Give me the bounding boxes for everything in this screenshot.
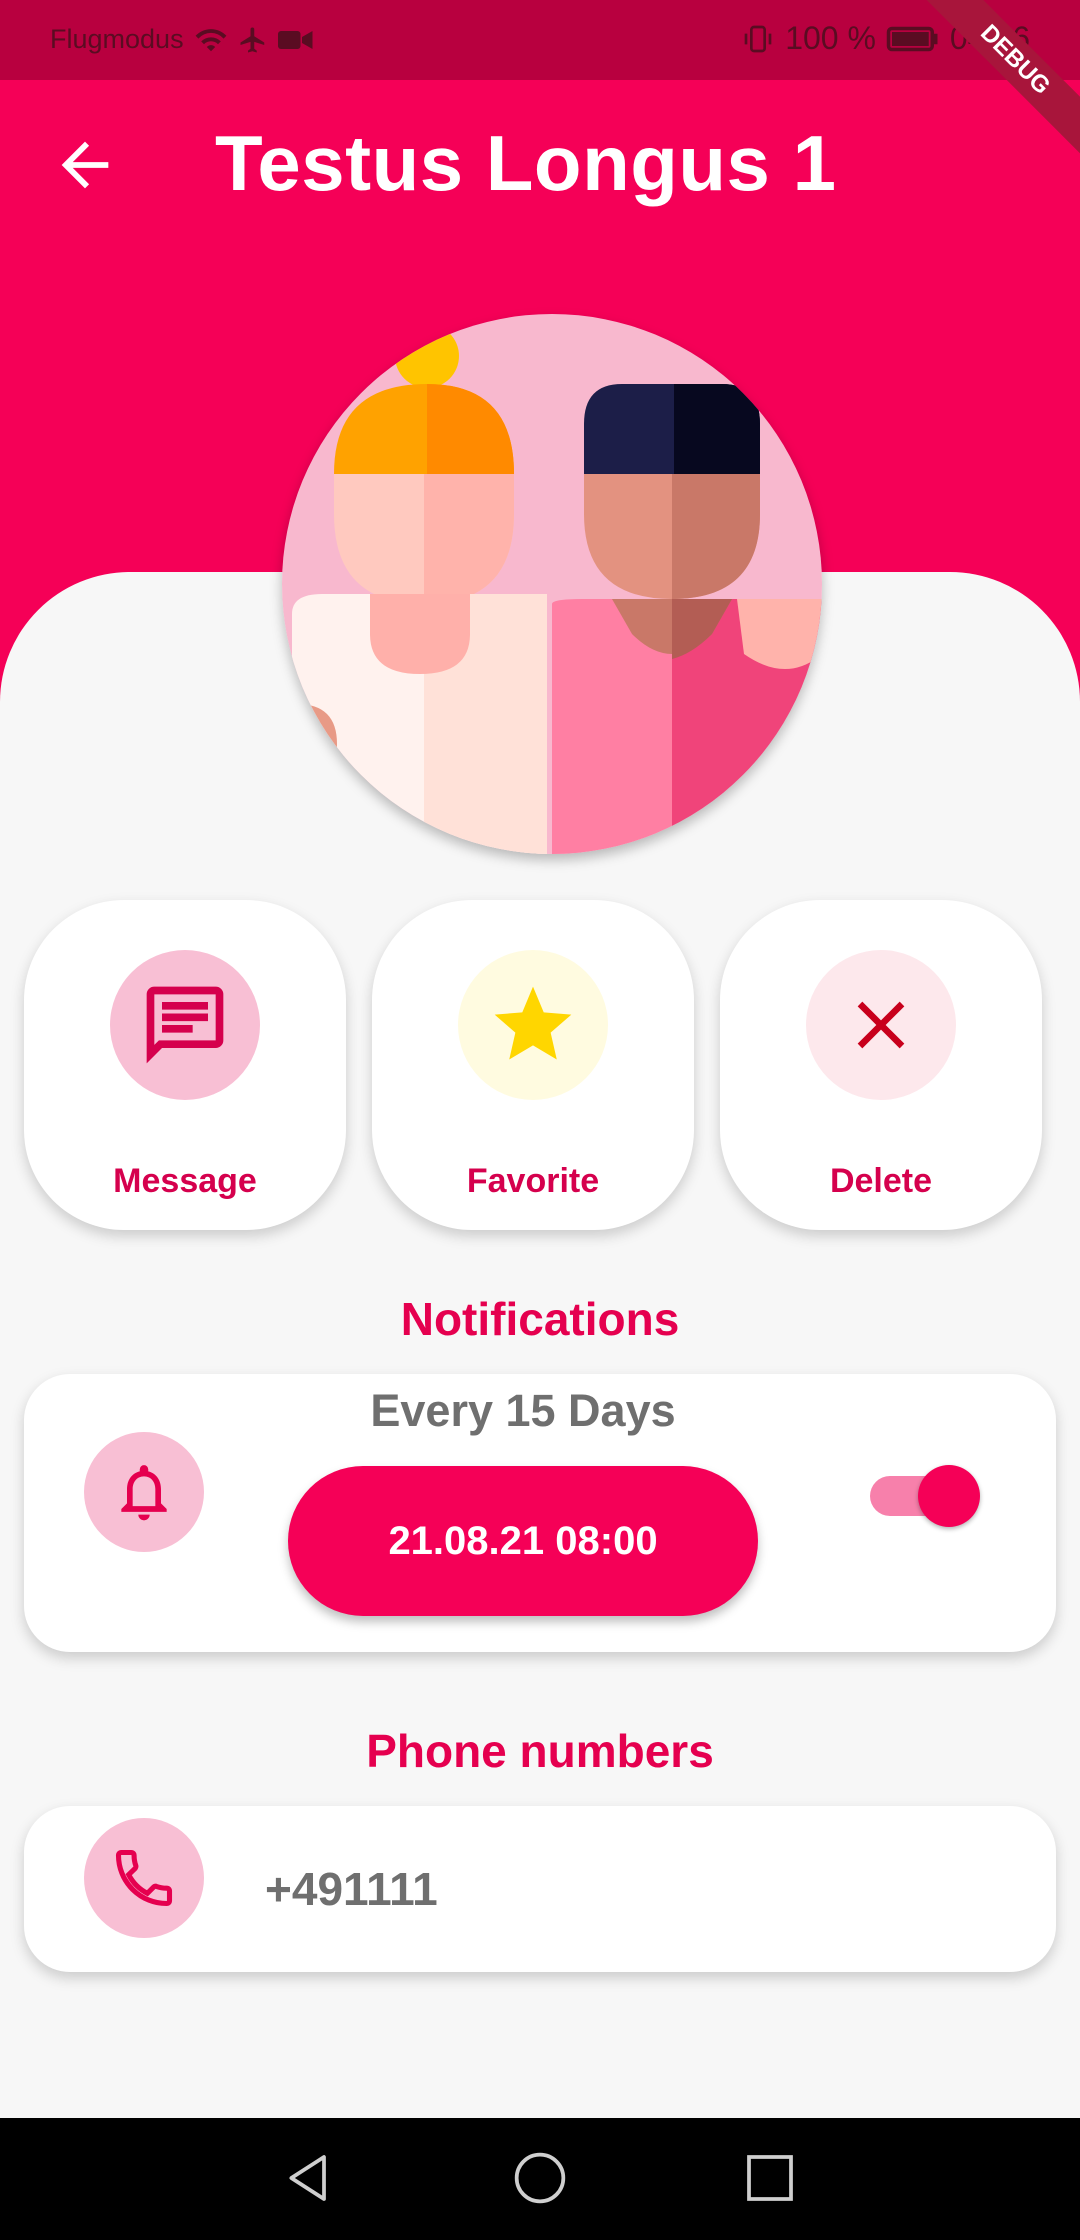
avatar[interactable] bbox=[282, 314, 822, 854]
status-left: Flugmodus bbox=[50, 24, 314, 55]
wifi-icon bbox=[195, 28, 226, 51]
nav-back-icon[interactable] bbox=[282, 2150, 338, 2206]
avatar-illustration bbox=[282, 314, 822, 854]
notifications-title: Notifications bbox=[400, 1293, 680, 1345]
notification-date-button[interactable]: 21.08.21 08:00 bbox=[288, 1466, 758, 1616]
notification-date: 21.08.21 08:00 bbox=[388, 1518, 658, 1563]
airplane-icon bbox=[240, 27, 264, 52]
phone-number[interactable]: +491111 bbox=[265, 1862, 438, 1916]
favorite-label: Favorite bbox=[466, 1162, 600, 1200]
bell-icon bbox=[121, 1465, 167, 1521]
battery-text: 100 % bbox=[785, 20, 876, 56]
system-nav-bar bbox=[0, 2118, 1080, 2240]
nav-home-icon[interactable] bbox=[512, 2150, 568, 2206]
star-icon bbox=[494, 986, 572, 1060]
status-bar: Flugmodus 100 % 04:06 bbox=[0, 0, 1080, 80]
phone-icon bbox=[115, 1849, 173, 1907]
close-icon-circle bbox=[806, 950, 956, 1100]
nav-recents-icon[interactable] bbox=[742, 2150, 798, 2206]
message-action-button[interactable]: Message bbox=[24, 900, 346, 1230]
bell-icon-circle bbox=[84, 1432, 204, 1552]
favorite-action-button[interactable]: Favorite bbox=[372, 900, 694, 1230]
carrier-text: Flugmodus bbox=[50, 24, 184, 54]
phone-icon-circle[interactable] bbox=[84, 1818, 204, 1938]
close-icon bbox=[857, 1001, 905, 1049]
vibrate-icon bbox=[744, 25, 772, 52]
phone-numbers-title: Phone numbers bbox=[366, 1725, 714, 1777]
message-label: Message bbox=[113, 1162, 257, 1200]
page-title: Testus Longus 1 bbox=[215, 119, 837, 207]
delete-label: Delete bbox=[829, 1162, 933, 1200]
battery-icon bbox=[886, 26, 938, 51]
message-icon bbox=[146, 986, 224, 1064]
delete-action-button[interactable]: Delete bbox=[720, 900, 1042, 1230]
message-icon-circle bbox=[110, 950, 260, 1100]
notification-frequency: Every 15 Days bbox=[370, 1385, 676, 1436]
video-icon bbox=[277, 30, 313, 49]
back-arrow-icon[interactable] bbox=[50, 130, 120, 200]
star-icon-circle bbox=[458, 950, 608, 1100]
notification-toggle-thumb[interactable] bbox=[918, 1465, 980, 1527]
